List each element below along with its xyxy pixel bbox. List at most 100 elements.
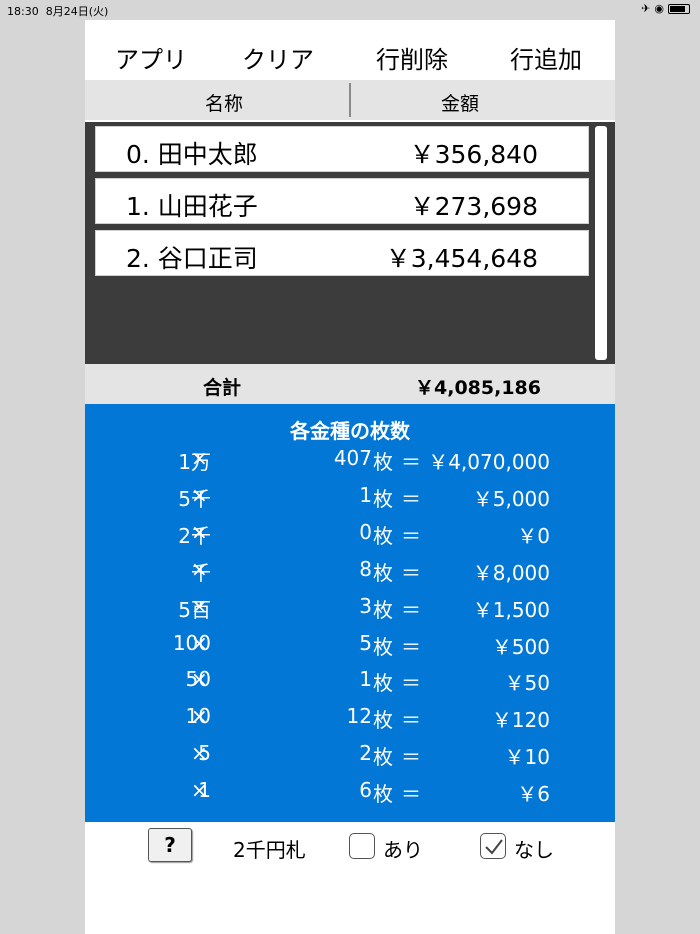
list-scrollbar[interactable]: [595, 126, 607, 360]
column-amount-header: 金額: [441, 93, 480, 115]
denomination-count: 1: [359, 667, 372, 692]
count-unit: 枚: [373, 708, 393, 733]
toolbar: アプリ クリア 行削除 行追加: [85, 20, 615, 80]
denomination-count: 5: [359, 630, 372, 655]
option-no-checkbox[interactable]: [480, 833, 506, 859]
footer: ? 2千円札 あり なし: [85, 822, 615, 870]
column-divider: [349, 83, 351, 117]
times-symbol: ×: [191, 667, 208, 692]
times-symbol: ×: [191, 704, 208, 729]
total-bar: 合計 ￥4,085,186: [85, 364, 615, 404]
list-item[interactable]: 1. 山田花子 ￥273,698: [95, 178, 589, 224]
status-clock: 18:30 8月24日(火): [7, 3, 108, 19]
denomination-row: 2千 × 0 枚＝ ￥0: [85, 520, 615, 550]
column-name-header: 名称: [205, 93, 244, 115]
denomination-amount: ￥5,000: [472, 486, 550, 511]
denomination-amount: ￥8,000: [472, 560, 550, 585]
denomination-count: 0: [359, 519, 372, 544]
times-symbol: ×: [191, 741, 208, 766]
denomination-amount: ￥120: [491, 708, 550, 733]
list-item[interactable]: 0. 田中太郎 ￥356,840: [95, 126, 589, 172]
denomination-row: 5百 × 3 枚＝ ￥1,500: [85, 594, 615, 624]
entry-label: 0. 田中太郎: [126, 140, 258, 169]
times-symbol: ×: [191, 630, 208, 655]
denomination-row: 100 × 5 枚＝ ￥500: [85, 631, 615, 661]
status-date: 8月24日(火): [45, 5, 109, 18]
status-time: 18:30: [7, 5, 39, 18]
denomination-title: 各金種の枚数: [290, 419, 410, 443]
count-unit: 枚: [373, 486, 393, 511]
total-value: ￥4,085,186: [415, 377, 541, 399]
equals-symbol: ＝: [401, 560, 421, 585]
denomination-count: 12: [346, 704, 372, 729]
airplane-mode-icon: ✈: [641, 2, 651, 15]
times-symbol: ×: [191, 556, 208, 581]
count-unit: 枚: [373, 671, 393, 696]
checkmark-icon: [485, 839, 503, 855]
times-symbol: ×: [191, 446, 208, 470]
entry-amount: ￥356,840: [409, 140, 538, 169]
denomination-amount: ￥10: [504, 745, 550, 770]
delete-row-button[interactable]: 行削除: [376, 40, 448, 75]
status-bar: 18:30 8月24日(火) ✈ ◉: [0, 0, 700, 20]
denomination-row: 1万 × 407 枚＝ ￥4,070,000: [85, 446, 615, 476]
equals-symbol: ＝: [401, 450, 421, 474]
equals-symbol: ＝: [401, 708, 421, 733]
equals-symbol: ＝: [401, 745, 421, 770]
denomination-amount: ￥4,070,000: [428, 450, 550, 474]
option-yes-checkbox[interactable]: [349, 833, 375, 859]
denomination-count: 8: [359, 556, 372, 581]
times-symbol: ×: [191, 519, 208, 544]
denomination-row: 千 × 8 枚＝ ￥8,000: [85, 557, 615, 587]
entry-label: 1. 山田花子: [126, 192, 258, 221]
app-window: アプリ クリア 行削除 行追加 名称 金額 0. 田中太郎 ￥356,840 1…: [85, 20, 615, 934]
entry-amount: ￥3,454,648: [385, 244, 538, 273]
denomination-row: 50 × 1 枚＝ ￥50: [85, 667, 615, 697]
times-symbol: ×: [191, 482, 208, 507]
denomination-row: 5千 × 1 枚＝ ￥5,000: [85, 483, 615, 513]
times-symbol: ×: [191, 778, 208, 803]
denomination-count: 407: [333, 446, 372, 470]
app-button[interactable]: アプリ: [115, 40, 187, 75]
denomination-amount: ￥50: [504, 671, 550, 696]
count-unit: 枚: [373, 782, 393, 807]
count-unit: 枚: [373, 597, 393, 622]
count-unit: 枚: [373, 450, 393, 474]
denomination-row: 1 × 6 枚＝ ￥6: [85, 778, 615, 808]
entry-amount: ￥273,698: [409, 192, 538, 221]
add-row-button[interactable]: 行追加: [510, 40, 582, 75]
denomination-amount: ￥500: [491, 634, 550, 659]
option-no-label[interactable]: なし: [514, 834, 554, 863]
option-yes-label[interactable]: あり: [383, 834, 423, 863]
orientation-lock-icon: ◉: [654, 2, 664, 15]
equals-symbol: ＝: [401, 782, 421, 807]
denomination-amount: ￥0: [517, 523, 550, 548]
clear-button[interactable]: クリア: [242, 40, 314, 75]
list-item[interactable]: 2. 谷口正司 ￥3,454,648: [95, 230, 589, 276]
equals-symbol: ＝: [401, 486, 421, 511]
battery-icon: [668, 3, 690, 14]
status-icons: ✈ ◉: [641, 2, 690, 15]
equals-symbol: ＝: [401, 597, 421, 622]
equals-symbol: ＝: [401, 523, 421, 548]
denomination-row: 5 × 2 枚＝ ￥10: [85, 741, 615, 771]
denomination-count: 6: [359, 778, 372, 803]
count-unit: 枚: [373, 634, 393, 659]
denomination-row: 10 × 12 枚＝ ￥120: [85, 704, 615, 734]
count-unit: 枚: [373, 560, 393, 585]
denomination-count: 3: [359, 593, 372, 618]
equals-symbol: ＝: [401, 634, 421, 659]
denomination-amount: ￥6: [517, 782, 550, 807]
denomination-amount: ￥1,500: [472, 597, 550, 622]
count-unit: 枚: [373, 523, 393, 548]
total-label: 合計: [203, 377, 242, 399]
help-button[interactable]: ?: [148, 828, 192, 862]
column-header: 名称 金額: [85, 80, 615, 120]
denomination-count: 2: [359, 741, 372, 766]
entry-list[interactable]: 0. 田中太郎 ￥356,840 1. 山田花子 ￥273,698 2. 谷口正…: [85, 122, 615, 364]
bill-2000-label: 2千円札: [233, 838, 306, 862]
equals-symbol: ＝: [401, 671, 421, 696]
denomination-count: 1: [359, 482, 372, 507]
times-symbol: ×: [191, 593, 208, 618]
denomination-panel: 各金種の枚数 1万 × 407 枚＝ ￥4,070,000 5千 × 1 枚＝ ￥5,000 2千 ×…: [85, 404, 615, 822]
